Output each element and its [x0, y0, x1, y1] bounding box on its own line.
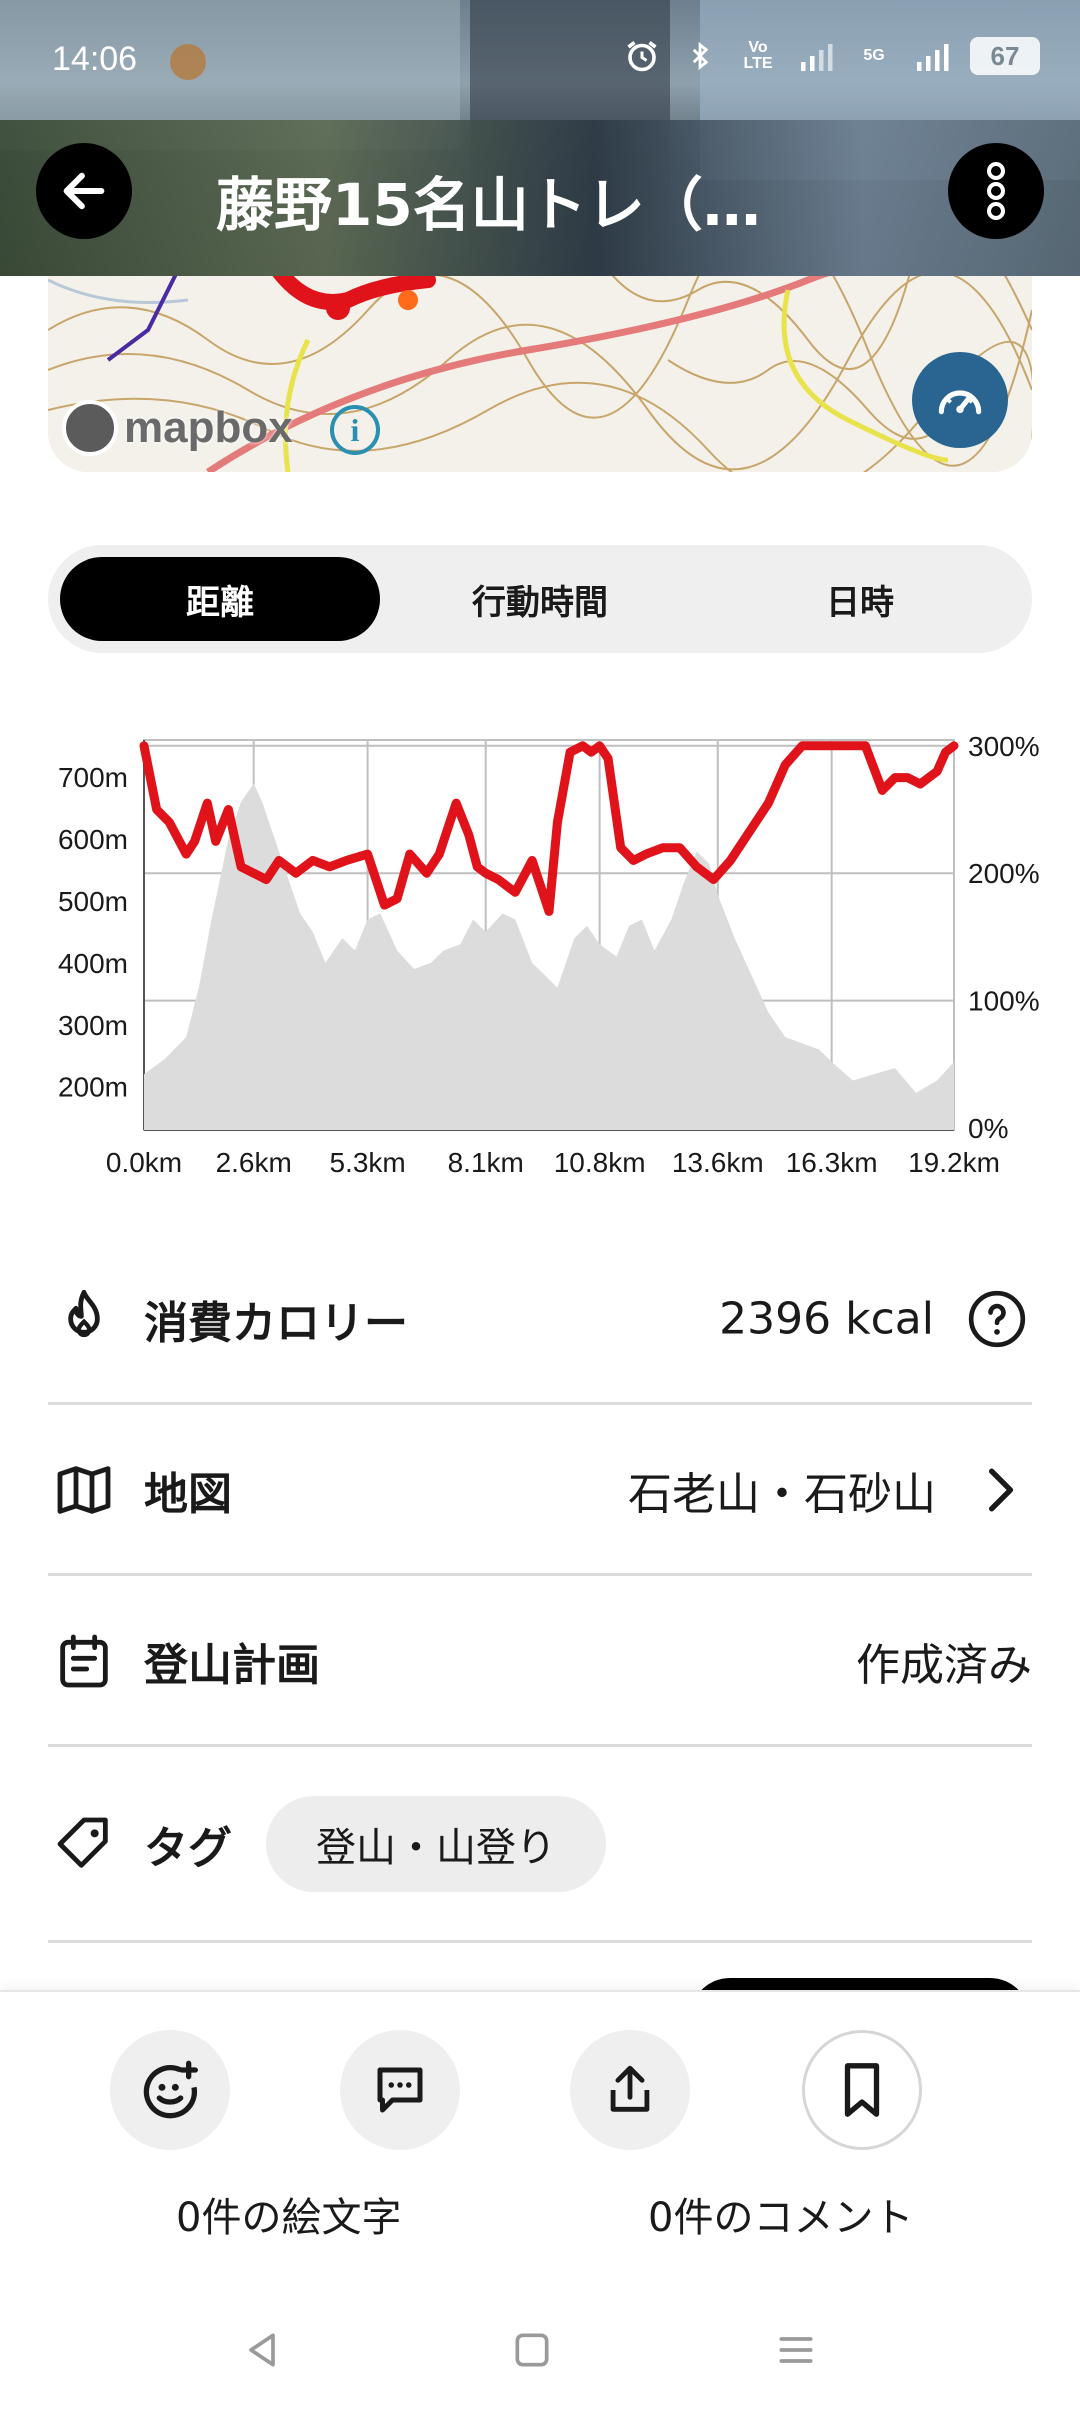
x-tick-label: 16.3km [786, 1147, 878, 1178]
emoji-add-icon [143, 2060, 198, 2119]
segment-datetime[interactable]: 日時 [700, 557, 1020, 641]
emoji-count-label[interactable]: 0件の絵文字 [176, 2185, 401, 2243]
flame-icon [68, 1289, 100, 1337]
signal-icon [796, 36, 836, 76]
segment-distance[interactable]: 距離 [60, 557, 380, 641]
y-right-tick-label: 300% [968, 731, 1040, 762]
bookmark-button[interactable] [802, 2030, 922, 2150]
comment-icon [377, 2067, 423, 2113]
x-tick-label: 5.3km [329, 1147, 405, 1178]
calories-value: 2396 kcal [719, 1293, 934, 1344]
tag-icon [57, 1817, 108, 1868]
back-button[interactable] [36, 143, 132, 239]
plan-label: 登山計画 [144, 1639, 320, 1691]
alarm-icon [622, 36, 662, 76]
battery-indicator: 67 [970, 37, 1040, 75]
mapbox-logo-mark [62, 400, 118, 456]
nav-menu-icon[interactable] [766, 2320, 826, 2380]
plan-value: 作成済み [856, 1639, 1032, 1691]
chart-axis-segment-control: 距離 行動時間 日時 [48, 545, 1032, 653]
calendar-plan-icon [60, 1634, 108, 1687]
map-value: 石老山・石砂山 [628, 1468, 936, 1520]
page-title: 藤野15名山トレ（… [216, 171, 761, 239]
attribution-info-button[interactable]: i [330, 405, 380, 455]
status-time: 14:06 [52, 40, 138, 78]
map-label: 地図 [144, 1468, 232, 1520]
speed-color-button[interactable] [912, 352, 1008, 448]
status-bar: 14:06 Vo LTE 5G 67 [0, 0, 1080, 120]
x-tick-label: 0.0km [106, 1147, 182, 1178]
map-icon [57, 1465, 111, 1514]
arrow-left-icon [63, 172, 105, 210]
help-icon[interactable] [966, 1288, 1028, 1350]
system-nav-bar [0, 2290, 1080, 2412]
x-tick-label: 13.6km [672, 1147, 764, 1178]
signal-5g-icon [912, 36, 952, 76]
add-emoji-button[interactable] [110, 2030, 230, 2150]
y-left-tick-label: 200m [58, 1072, 128, 1103]
y-left-tick-label: 500m [58, 886, 128, 917]
status-icons: Vo LTE 5G 67 [622, 36, 1040, 76]
more-vertical-icon [987, 162, 1005, 221]
bookmark-icon [844, 2063, 880, 2117]
calories-label: 消費カロリー [144, 1297, 408, 1349]
nav-back-icon[interactable] [232, 2320, 292, 2380]
x-tick-label: 19.2km [908, 1147, 1000, 1178]
bluetooth-icon [680, 36, 720, 76]
elevation-speed-chart: 0.0km 2.6km 5.3km 8.1km 10.8km 13.6km 16.3km 19… [58, 731, 1040, 1178]
comment-count-label[interactable]: 0件のコメント [648, 2185, 913, 2243]
5g-label: 5G [863, 47, 885, 64]
y-right-tick-label: 200% [968, 858, 1040, 889]
x-tick-label: 10.8km [554, 1147, 646, 1178]
row-tags: タグ 登山・山登り [48, 1748, 1032, 1943]
y-left-tick-label: 600m [58, 824, 128, 855]
tag-chip[interactable]: 登山・山登り [266, 1796, 606, 1892]
y-left-tick-label: 400m [58, 948, 128, 979]
row-plan[interactable]: 登山計画 作成済み [48, 1577, 1032, 1747]
notification-dot-icon [170, 44, 206, 80]
comment-button[interactable] [340, 2030, 460, 2150]
speedometer-icon [938, 390, 982, 415]
x-tick-label: 2.6km [216, 1147, 292, 1178]
more-options-button[interactable] [948, 143, 1044, 239]
segment-moving-time[interactable]: 行動時間 [380, 557, 700, 641]
nav-home-icon[interactable] [502, 2320, 562, 2380]
y-left-tick-label: 700m [58, 762, 128, 793]
tags-label: タグ [144, 1823, 232, 1874]
mapbox-logo: mapbox [62, 400, 293, 456]
y-right-tick-label: 100% [968, 986, 1040, 1017]
x-tick-label: 8.1km [448, 1147, 524, 1178]
chevron-right-icon [988, 1468, 1014, 1511]
y-left-tick-label: 300m [58, 1010, 128, 1041]
row-calories: 消費カロリー 2396 kcal [48, 1235, 1032, 1405]
volte-icon: Vo LTE [743, 39, 773, 72]
share-icon [610, 2065, 650, 2112]
mapbox-wordmark: mapbox [124, 403, 293, 452]
share-button[interactable] [570, 2030, 690, 2150]
row-map[interactable]: 地図 石老山・石砂山 [48, 1406, 1032, 1576]
y-right-tick-label: 0% [968, 1113, 1008, 1144]
